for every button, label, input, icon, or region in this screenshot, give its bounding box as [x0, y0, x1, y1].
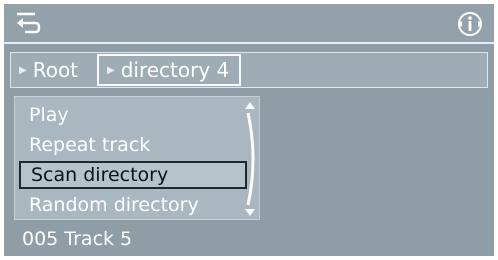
- breadcrumb-label: directory 4: [120, 58, 230, 82]
- menu-item-random-directory[interactable]: Random directory: [19, 191, 247, 219]
- breadcrumb-root[interactable]: ▶ Root: [19, 55, 78, 85]
- media-screen: ▶ Root ▶ directory 4 Play Repeat track S…: [4, 4, 494, 256]
- options-menu: Play Repeat track Scan directory Random …: [14, 96, 260, 220]
- scroll-up-arrow-icon: [245, 102, 255, 109]
- menu-item-label: Random directory: [29, 194, 199, 216]
- breadcrumb-current-directory[interactable]: ▶ directory 4: [97, 54, 242, 86]
- menu-item-label: Play: [29, 104, 69, 126]
- menu-item-scan-directory[interactable]: Scan directory: [19, 161, 247, 189]
- top-bar: [4, 4, 494, 44]
- breadcrumb-label: Root: [32, 58, 79, 82]
- breadcrumb: ▶ Root ▶ directory 4: [10, 52, 488, 88]
- menu-item-play[interactable]: Play: [19, 101, 247, 129]
- scroll-down-arrow-icon: [245, 209, 255, 216]
- current-track: 005 Track 5: [22, 228, 133, 250]
- menu-item-label: Repeat track: [29, 134, 151, 156]
- triangle-right-icon: ▶: [19, 64, 27, 76]
- menu-item-repeat-track[interactable]: Repeat track: [19, 131, 247, 159]
- triangle-right-icon: ▶: [107, 64, 115, 76]
- menu-item-label: Scan directory: [31, 164, 169, 186]
- scrollbar[interactable]: [239, 99, 261, 219]
- scroll-track: [246, 112, 255, 206]
- info-circle-icon[interactable]: [456, 10, 484, 38]
- back-arrow-icon[interactable]: [13, 10, 43, 36]
